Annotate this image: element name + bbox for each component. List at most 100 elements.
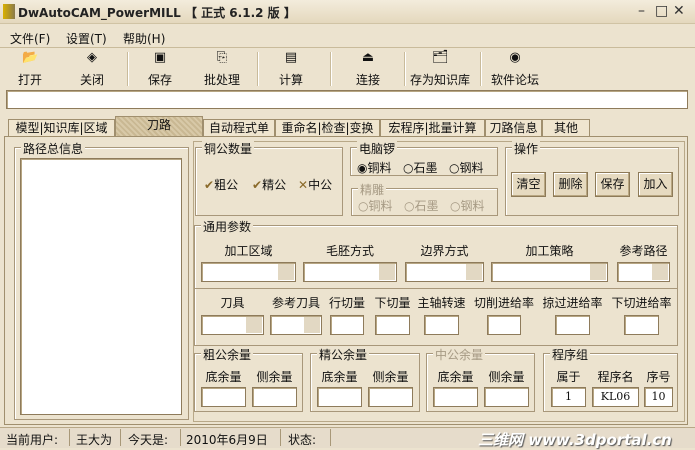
program-label: 程序名 [597, 370, 634, 384]
allowance-label: 侧余量 [256, 370, 293, 384]
copy-icon: ⎘ [216, 50, 228, 65]
radio-copper[interactable]: ◉铜料 [357, 159, 392, 176]
allowance-input[interactable] [252, 387, 297, 407]
tab-6[interactable]: 其他 [542, 119, 590, 137]
checkbox-label: 中公 [308, 178, 333, 192]
toolbar-button-document[interactable]: ▤ 计算 [261, 50, 321, 88]
toolbar-button-save[interactable]: ▣ 保存 [130, 50, 190, 88]
program-input[interactable]: 10 [644, 387, 673, 407]
radio-steel[interactable]: ○钢料 [450, 197, 485, 214]
toolbar-button-globe[interactable]: ◉ 软件论坛 [485, 50, 545, 88]
group-label: 中公余量 [433, 346, 486, 363]
group-label: 通用参数 [201, 218, 254, 235]
param-dropdown[interactable] [491, 262, 608, 282]
allowance-input[interactable] [317, 387, 362, 407]
param-label: 加工区域 [224, 244, 273, 258]
allowance-input[interactable] [201, 387, 246, 407]
toolbar-button-close-sign[interactable]: ◈ 关闭 [62, 50, 122, 88]
folder-save-icon: 🗂 [432, 50, 449, 65]
param-dropdown[interactable] [201, 262, 296, 282]
radio-steel[interactable]: ○钢料 [449, 159, 484, 176]
radio-label: 钢料 [460, 199, 485, 213]
param-input[interactable] [201, 315, 264, 335]
path-input[interactable] [6, 90, 688, 109]
group-label: 电脑锣 [357, 140, 398, 157]
check-icon: ✔ [204, 178, 215, 192]
program-label: 序号 [646, 370, 671, 384]
status-bar: 当前用户: 王大为 今天是: 2010年6月9日 状态: 三维网 www.3dp… [0, 427, 695, 449]
save-button[interactable]: 保存 [595, 172, 630, 197]
toolbar-button-folder-open[interactable]: 📂 打开 [0, 50, 60, 88]
app-icon [3, 4, 15, 19]
tab-0[interactable]: 模型|知识库|区域 [8, 119, 115, 137]
path-info-list[interactable] [20, 158, 182, 415]
program-label: 属于 [556, 370, 581, 384]
param-label: 加工策略 [525, 244, 574, 258]
menu-file[interactable]: 文件(F) [10, 30, 50, 47]
radio-copper[interactable]: ○铜料 [358, 197, 393, 214]
minimize-button[interactable]: – [638, 3, 645, 19]
user-label: 当前用户: [6, 433, 59, 447]
document-icon: ▤ [284, 50, 298, 65]
tab-3[interactable]: 重命名|检查|变换 [275, 119, 380, 137]
radio-graphite[interactable]: ○石墨 [404, 197, 439, 214]
group-label: 路径总信息 [21, 140, 86, 157]
allowance-label: 底余量 [205, 370, 242, 384]
folder-open-icon: 📂 [22, 50, 39, 65]
toolbar-button-folder-save[interactable]: 🗂 存为知识库 [410, 50, 470, 88]
electrode-count-group: 铜公数量 ✔粗公 ✔精公 ✕中公 [195, 140, 343, 216]
group-label: 粗公余量 [201, 346, 254, 363]
radio-label: 石墨 [414, 199, 439, 213]
tab-1[interactable]: 刀路 [115, 116, 203, 137]
param-dropdown[interactable] [303, 262, 397, 282]
tab-2[interactable]: 自动程式单 [203, 119, 275, 137]
tab-5[interactable]: 刀路信息 [485, 119, 542, 137]
maximize-button[interactable]: □ [655, 3, 668, 19]
watermark: 三维网 www.3dportal.cn [478, 431, 672, 449]
menu-settings[interactable]: 设置(T) [66, 30, 107, 47]
fine-checkbox[interactable]: ✔精公 [252, 176, 286, 193]
cross-icon: ✕ [298, 178, 309, 192]
allowance-label: 底余量 [321, 370, 358, 384]
user-value: 王大为 [76, 433, 113, 447]
add-button[interactable]: 加入 [638, 172, 673, 197]
rough-checkbox[interactable]: ✔粗公 [204, 176, 238, 193]
clear-button[interactable]: 清空 [511, 172, 546, 197]
globe-icon: ◉ [509, 50, 521, 65]
checkbox-label: 粗公 [214, 178, 239, 192]
tab-4[interactable]: 宏程序|批量计算 [380, 119, 485, 137]
param-input[interactable] [624, 315, 659, 335]
date-value: 2010年6月9日 [186, 433, 268, 447]
param-input[interactable] [487, 315, 521, 335]
param-label: 下切进给率 [611, 296, 672, 310]
close-sign-icon: ◈ [87, 50, 97, 65]
param-label: 边界方式 [420, 244, 469, 258]
mid-checkbox[interactable]: ✕中公 [298, 176, 332, 193]
radio-graphite[interactable]: ○石墨 [403, 159, 438, 176]
allowance-input[interactable] [484, 387, 529, 407]
close-button[interactable]: ✕ [673, 3, 685, 19]
param-input[interactable] [375, 315, 410, 335]
state-label: 状态: [288, 433, 317, 447]
radio-label: 铜料 [367, 161, 392, 175]
allowance-input[interactable] [368, 387, 413, 407]
toolbar-label: 存为知识库 [410, 73, 471, 87]
group-label: 操作 [512, 140, 541, 157]
menu-help[interactable]: 帮助(H) [123, 30, 165, 47]
param-dropdown[interactable] [617, 262, 670, 282]
param-label: 毛胚方式 [325, 244, 374, 258]
param-dropdown[interactable] [405, 262, 484, 282]
toolbar-label: 软件论坛 [490, 73, 539, 87]
param-input[interactable] [330, 315, 364, 335]
delete-button[interactable]: 删除 [553, 172, 588, 197]
param-input[interactable] [424, 315, 459, 335]
save-icon: ▣ [153, 50, 167, 65]
allowance-input[interactable] [433, 387, 478, 407]
param-input[interactable] [555, 315, 590, 335]
toolbar-button-connect[interactable]: ⏏ 连接 [338, 50, 398, 88]
program-input[interactable]: 1 [551, 387, 586, 407]
allowance-label: 侧余量 [488, 370, 525, 384]
program-input[interactable]: KL06 [592, 387, 639, 407]
param-input[interactable] [270, 315, 322, 335]
toolbar-label: 计算 [278, 73, 303, 87]
